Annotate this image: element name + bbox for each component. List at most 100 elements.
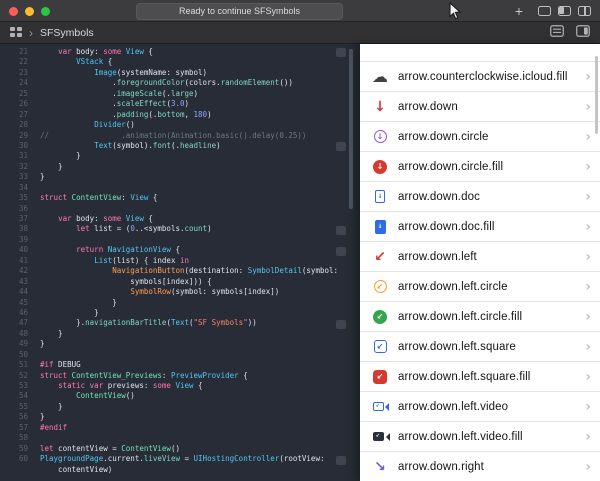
symbol-row[interactable]: ↙arrow.down.left.circle›: [360, 272, 600, 302]
line-number: 55: [0, 402, 34, 412]
symbol-row[interactable]: ↓ arrow.down.doc ›: [360, 182, 600, 212]
arrow-down-right-icon: ↘: [370, 457, 390, 477]
chevron-right-icon: ›: [585, 160, 600, 174]
arrow-counterclockwise-icloud-fill-icon: ☁: [370, 67, 390, 87]
arrow-down-left-square-icon: ↙: [370, 337, 390, 357]
code-line: 53 static var previews: some View {: [0, 381, 338, 391]
line-number: 56: [0, 412, 34, 422]
code-line: 25 .imageScale(.large): [0, 89, 338, 99]
live-view-toggle-button[interactable]: [576, 24, 590, 42]
add-button[interactable]: +: [515, 4, 523, 18]
symbol-row[interactable]: ↙arrow.down.left.square›: [360, 332, 600, 362]
code-line: 47 }.navigationBarTitle(Text("SF Symbols…: [0, 318, 338, 328]
line-number: 30: [0, 141, 34, 151]
symbol-row[interactable]: ↓ arrow.down.doc.fill ›: [360, 212, 600, 242]
symbol-list: ☁arrow.counterclockwise.icloud.fill›↓arr…: [360, 62, 600, 481]
symbol-label: arrow.down.circle: [398, 131, 489, 143]
code-line: 21 var body: some View {: [0, 47, 338, 57]
code-line: 59let contentView = ContentView(): [0, 444, 338, 454]
status-pill[interactable]: Ready to continue SFSymbols: [136, 3, 343, 20]
code-line: 40 return NavigationView {: [0, 245, 338, 255]
code-line: 34: [0, 183, 338, 193]
code-line: 60PlaygroundPage.current.liveView = UIHo…: [0, 454, 338, 464]
project-title[interactable]: SFSymbols: [40, 27, 94, 39]
chevron-right-icon: ›: [585, 220, 600, 234]
inline-result-button[interactable]: [336, 226, 346, 235]
window-icon[interactable]: [538, 6, 551, 16]
code-line: 27 .padding(.bottom, 180): [0, 110, 338, 120]
symbol-row[interactable]: ↓arrow.down.circle.fill›: [360, 152, 600, 182]
line-number: 52: [0, 371, 34, 381]
split-view-icon[interactable]: [578, 6, 591, 16]
arrow-down-doc-fill-icon: ↓: [370, 217, 390, 237]
code-line: 49}: [0, 339, 338, 349]
line-number: 58: [0, 433, 34, 443]
arrow-down-doc-icon: ↓: [370, 187, 390, 207]
symbol-label: arrow.down.left.video: [398, 401, 508, 413]
code-line: 51#if DEBUG: [0, 360, 338, 370]
chevron-right-icon: ›: [585, 340, 600, 354]
code-lines: 21 var body: some View {22 VStack {23 Im…: [0, 47, 338, 475]
playgrounds-window: Ready to continue SFSymbols + › SFSymbol…: [0, 0, 600, 481]
pages-grid-icon[interactable]: [10, 24, 22, 42]
line-number: 38: [0, 224, 34, 234]
line-number: 26: [0, 99, 34, 109]
tile-window-icon[interactable]: [558, 6, 571, 16]
code-line: 24 .foregroundColor(colors.randomElement…: [0, 78, 338, 88]
code-line: 37 var body: some View {: [0, 214, 338, 224]
symbol-label: arrow.down.doc: [398, 191, 480, 203]
inline-result-button[interactable]: [336, 320, 346, 329]
code-line: 58: [0, 433, 338, 443]
list-scrollbar[interactable]: [595, 56, 598, 134]
code-line: 50: [0, 350, 338, 360]
symbol-row[interactable]: ↙arrow.down.left.video.fill›: [360, 422, 600, 452]
symbol-row[interactable]: ↓arrow.down›: [360, 92, 600, 122]
chevron-right-icon: ›: [585, 190, 600, 204]
toolbar-actions: [550, 22, 590, 44]
line-number: 59: [0, 444, 34, 454]
line-number: 33: [0, 172, 34, 182]
line-number: 42: [0, 266, 34, 276]
code-line: 45 }: [0, 298, 338, 308]
arrow-down-icon: ↓: [370, 97, 390, 117]
arrow-down-circle-fill-icon: ↓: [370, 157, 390, 177]
symbol-label: arrow.down.doc.fill: [398, 221, 495, 233]
symbol-label: arrow.down.left.circle: [398, 281, 508, 293]
line-number: 49: [0, 339, 34, 349]
code-line: 52struct ContentView_Previews: PreviewPr…: [0, 371, 338, 381]
mouse-cursor-icon: [448, 2, 462, 26]
inline-result-button[interactable]: [336, 456, 346, 465]
symbol-row[interactable]: ↙arrow.down.left.square.fill›: [360, 362, 600, 392]
code-editor[interactable]: 21 var body: some View {22 VStack {23 Im…: [0, 44, 360, 481]
code-line: 32 }: [0, 162, 338, 172]
symbol-row[interactable]: ↙arrow.down.left.video›: [360, 392, 600, 422]
code-line: 28 Divider(): [0, 120, 338, 130]
symbol-label: arrow.down.left.video.fill: [398, 431, 523, 443]
symbol-row[interactable]: ↓arrow.down.circle›: [360, 122, 600, 152]
chevron-right-icon: ›: [585, 370, 600, 384]
symbol-label: arrow.down.right: [398, 461, 484, 473]
symbol-row[interactable]: ↙arrow.down.left›: [360, 242, 600, 272]
line-number: 34: [0, 183, 34, 193]
zoom-button[interactable]: [41, 7, 50, 16]
symbol-row[interactable]: ☁arrow.counterclockwise.icloud.fill›: [360, 62, 600, 92]
titlebar: Ready to continue SFSymbols +: [0, 0, 600, 22]
editor-options-button[interactable]: [550, 24, 564, 42]
minimize-button[interactable]: [25, 7, 34, 16]
inline-result-button[interactable]: [336, 48, 346, 57]
line-number: 29: [0, 131, 34, 141]
symbol-row[interactable]: ↙arrow.down.left.circle.fill›: [360, 302, 600, 332]
chevron-right-icon: ›: [585, 280, 600, 294]
editor-scrollbar[interactable]: [349, 49, 353, 209]
symbol-row[interactable]: ↘arrow.down.right›: [360, 452, 600, 481]
line-number: 41: [0, 256, 34, 266]
line-number: 24: [0, 78, 34, 88]
symbol-label: arrow.down.left.square.fill: [398, 371, 530, 383]
line-number: 35: [0, 193, 34, 203]
close-button[interactable]: [9, 7, 18, 16]
inline-result-button[interactable]: [336, 142, 346, 151]
line-number: 32: [0, 162, 34, 172]
inline-result-button[interactable]: [336, 247, 346, 256]
line-number: 31: [0, 151, 34, 161]
code-line: 30 Text(symbol).font(.headline): [0, 141, 338, 151]
